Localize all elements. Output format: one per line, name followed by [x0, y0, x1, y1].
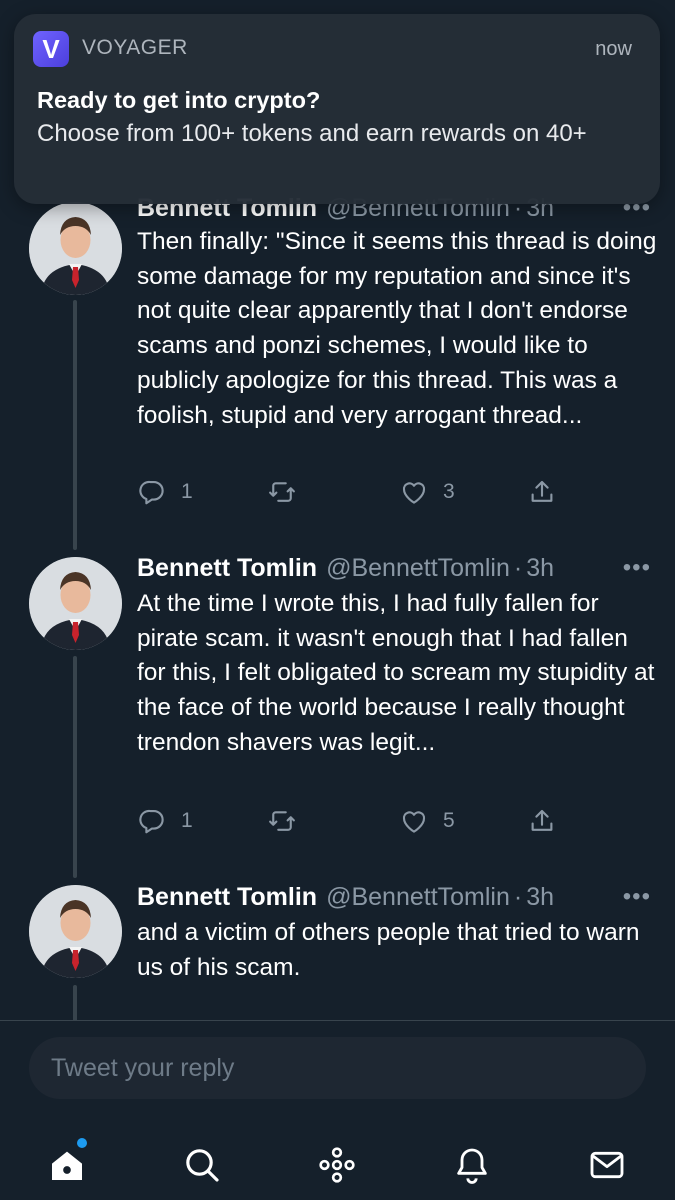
reply-icon [139, 480, 164, 505]
share-button[interactable] [527, 477, 557, 507]
tweet-actions: 1 3 [137, 477, 577, 513]
retweet-icon [269, 482, 295, 502]
avatar[interactable] [29, 202, 122, 295]
reply-count: 1 [181, 480, 193, 503]
share-button[interactable] [527, 806, 557, 836]
avatar[interactable] [29, 885, 122, 978]
avatar[interactable] [29, 557, 122, 650]
retweet-button[interactable] [267, 806, 297, 836]
push-notification[interactable]: V VOYAGER now Ready to get into crypto? … [14, 14, 660, 204]
retweet-button[interactable] [267, 477, 297, 507]
search-icon[interactable] [182, 1145, 222, 1185]
author-handle[interactable]: @BennettTomlin [326, 554, 510, 583]
tweet-text: and a victim of others people that tried… [137, 919, 640, 981]
reply-count: 1 [181, 809, 193, 832]
spaces-icon[interactable] [317, 1145, 357, 1185]
messages-icon[interactable] [587, 1145, 627, 1185]
author-name[interactable]: Bennett Tomlin [137, 883, 317, 912]
profile-photo [29, 557, 122, 650]
notifications-icon[interactable] [452, 1145, 492, 1185]
status-bar-backdrop [0, 0, 675, 14]
separator-dot: · [513, 882, 523, 911]
notification-body: Choose from 100+ tokens and earn rewards… [37, 120, 587, 147]
more-options-icon[interactable]: ••• [623, 554, 651, 582]
like-button[interactable]: 3 [399, 477, 455, 507]
reply-input[interactable]: Tweet your reply [29, 1037, 646, 1099]
tweet-text: At the time I wrote this, I had fully fa… [137, 590, 655, 756]
share-icon [531, 480, 553, 502]
thread-line [73, 300, 77, 550]
profile-photo [29, 202, 122, 295]
tab-bar [0, 1133, 675, 1193]
reply-button[interactable]: 1 [137, 806, 193, 836]
reply-button[interactable]: 1 [137, 477, 193, 507]
thread-line [73, 985, 77, 1020]
thread-line [73, 656, 77, 878]
separator-dot: · [513, 553, 523, 582]
tweet-header: Bennett Tomlin @BennettTomlin · 3h ••• [137, 551, 651, 585]
notification-time: now [595, 38, 632, 60]
reply-icon [139, 809, 164, 834]
home-icon[interactable] [47, 1145, 87, 1185]
heart-icon [402, 811, 426, 833]
tweet-timestamp[interactable]: 3h [526, 554, 554, 583]
author-handle[interactable]: @BennettTomlin [326, 883, 510, 912]
more-options-icon[interactable]: ••• [623, 883, 651, 911]
like-count: 3 [443, 480, 455, 503]
retweet-icon [269, 811, 295, 831]
tweet-actions: 1 5 [137, 806, 577, 842]
notification-app-name: VOYAGER [82, 36, 188, 59]
profile-photo [29, 885, 122, 978]
notification-title: Ready to get into crypto? [37, 87, 321, 113]
unread-indicator [77, 1138, 87, 1148]
tweet-text: Then finally: "Since it seems this threa… [137, 228, 657, 429]
tweet-header: Bennett Tomlin @BennettTomlin · 3h ••• [137, 880, 651, 914]
heart-icon [402, 482, 426, 504]
tweet-timestamp[interactable]: 3h [526, 883, 554, 912]
like-count: 5 [443, 809, 455, 832]
share-icon [531, 809, 553, 831]
author-name[interactable]: Bennett Tomlin [137, 554, 317, 583]
like-button[interactable]: 5 [399, 806, 455, 836]
bottom-bar: Tweet your reply [0, 1020, 675, 1200]
voyager-logo-icon: V [33, 31, 69, 67]
